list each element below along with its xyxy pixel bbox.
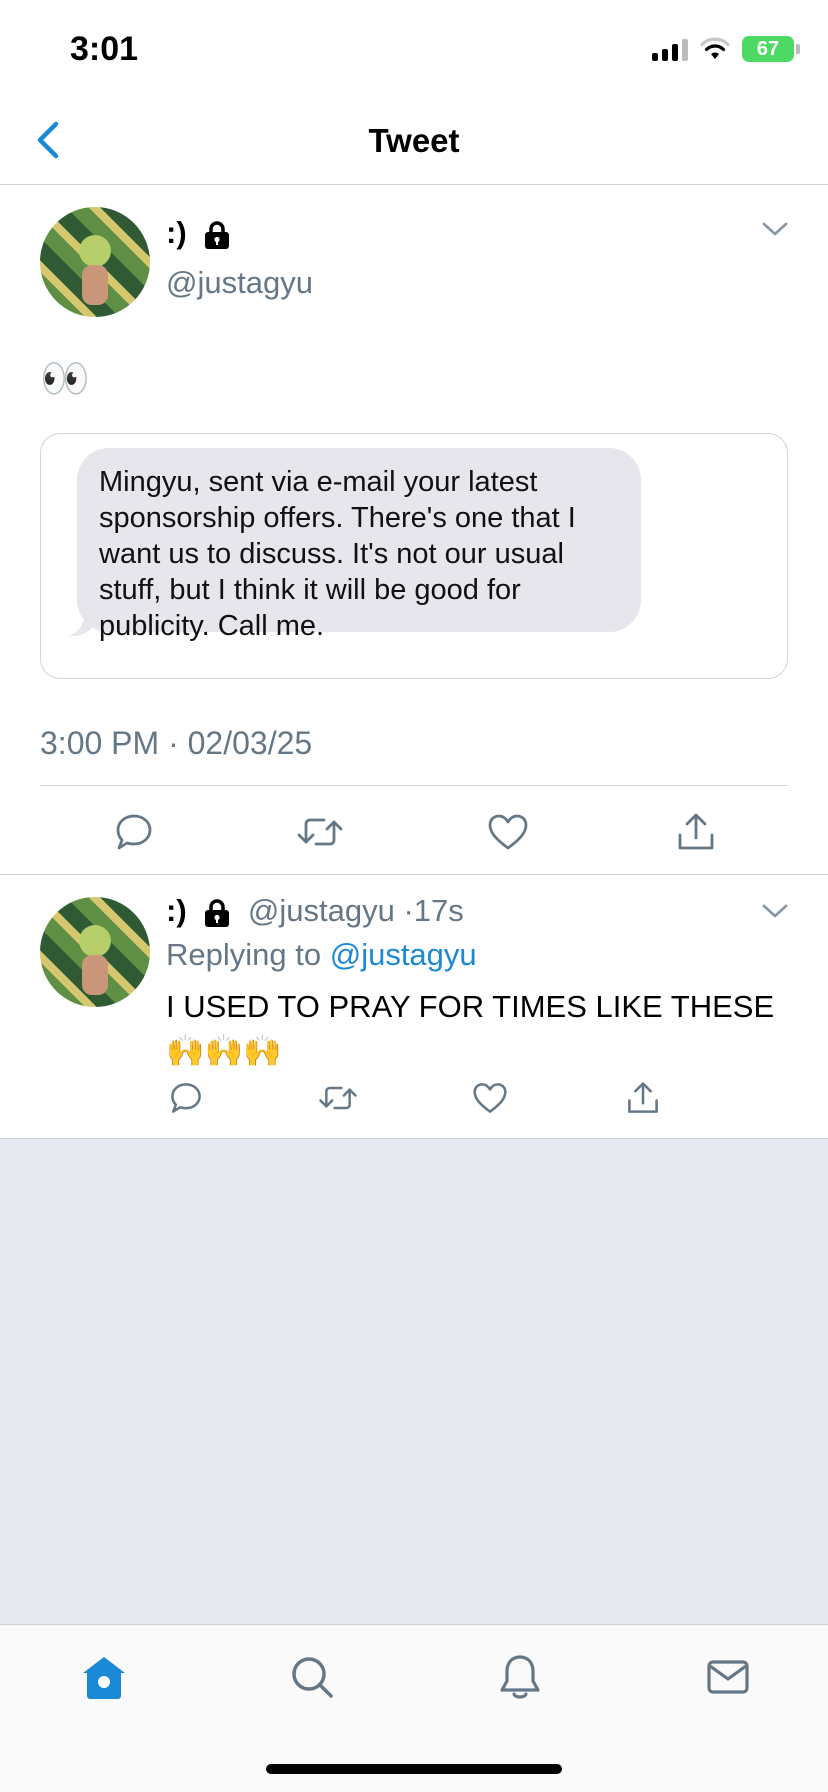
- retweet-button[interactable]: [314, 1076, 362, 1120]
- share-icon: [678, 813, 714, 850]
- message-bubble: Mingyu, sent via e-mail your latest spon…: [77, 448, 641, 642]
- main-tweet: :) @justagyu 👀 Mingyu, sent via e-mail y…: [0, 185, 828, 875]
- comment-icon: [116, 814, 152, 850]
- battery-indicator: 67: [742, 36, 800, 62]
- tab-search[interactable]: [282, 1647, 342, 1707]
- lock-icon: [205, 221, 230, 249]
- share-button[interactable]: [619, 1076, 667, 1120]
- search-icon: [292, 1657, 333, 1698]
- display-name[interactable]: :): [166, 215, 231, 251]
- chevron-down-icon[interactable]: [760, 219, 790, 239]
- retweet-icon: [319, 1086, 357, 1110]
- reply-age: 17s: [413, 893, 464, 928]
- avatar[interactable]: [40, 207, 150, 317]
- reply-meta: :) @justagyu ·17s: [166, 893, 464, 929]
- share-icon: [628, 1082, 658, 1113]
- display-name-text: :): [166, 215, 187, 250]
- tweet-image-card[interactable]: Mingyu, sent via e-mail your latest spon…: [40, 433, 788, 679]
- heart-icon: [473, 1083, 507, 1113]
- share-button[interactable]: [672, 810, 720, 854]
- lock-icon: [205, 899, 230, 927]
- handle[interactable]: @justagyu: [166, 265, 313, 301]
- heart-icon: [488, 814, 528, 850]
- replying-to-label: Replying to: [166, 937, 322, 972]
- like-button[interactable]: [484, 810, 532, 854]
- bubble-tail: [69, 610, 99, 637]
- tweet-actions: [0, 810, 828, 860]
- reply-tweet[interactable]: :) @justagyu ·17s Replying to @justagyu …: [0, 875, 828, 1139]
- reply-text: I USED TO PRAY FOR TIMES LIKE THESE 🙌🙌🙌: [166, 989, 775, 1068]
- replying-to: Replying to @justagyu: [166, 937, 477, 973]
- reply-button[interactable]: [110, 810, 158, 854]
- tweet-timestamp: 3:00 PM · 02/03/25: [40, 725, 313, 761]
- handle[interactable]: @justagyu: [248, 893, 395, 928]
- status-bar: 3:01 67: [0, 0, 828, 100]
- separator: ·: [403, 893, 414, 928]
- like-button[interactable]: [466, 1076, 514, 1120]
- empty-area: [0, 1139, 828, 1624]
- retweet-button[interactable]: [296, 810, 344, 854]
- retweet-icon: [297, 818, 343, 846]
- battery-level: 67: [756, 37, 780, 60]
- replying-to-link[interactable]: @justagyu: [330, 937, 477, 972]
- wifi-icon: [700, 37, 730, 59]
- tab-notifications[interactable]: [490, 1647, 550, 1707]
- home-icon: [83, 1657, 125, 1699]
- reply-button[interactable]: [162, 1076, 210, 1120]
- chevron-down-icon[interactable]: [760, 901, 790, 921]
- home-indicator[interactable]: [266, 1764, 562, 1774]
- status-time: 3:01: [70, 30, 139, 68]
- status-icons: 67: [652, 36, 800, 62]
- tab-messages[interactable]: [698, 1647, 758, 1707]
- divider: [40, 785, 788, 786]
- nav-bar: Tweet: [0, 100, 828, 185]
- reply-actions: [0, 1080, 828, 1120]
- comment-icon: [171, 1083, 201, 1113]
- avatar[interactable]: [40, 897, 150, 1007]
- tweet-text: 👀: [40, 357, 90, 401]
- mail-icon: [707, 1660, 749, 1694]
- display-name-text[interactable]: :): [166, 893, 187, 928]
- tab-bar: [0, 1624, 828, 1792]
- cellular-signal-icon: [652, 37, 688, 61]
- tab-home[interactable]: [74, 1647, 134, 1707]
- page-title: Tweet: [368, 122, 460, 159]
- bell-icon: [500, 1655, 540, 1699]
